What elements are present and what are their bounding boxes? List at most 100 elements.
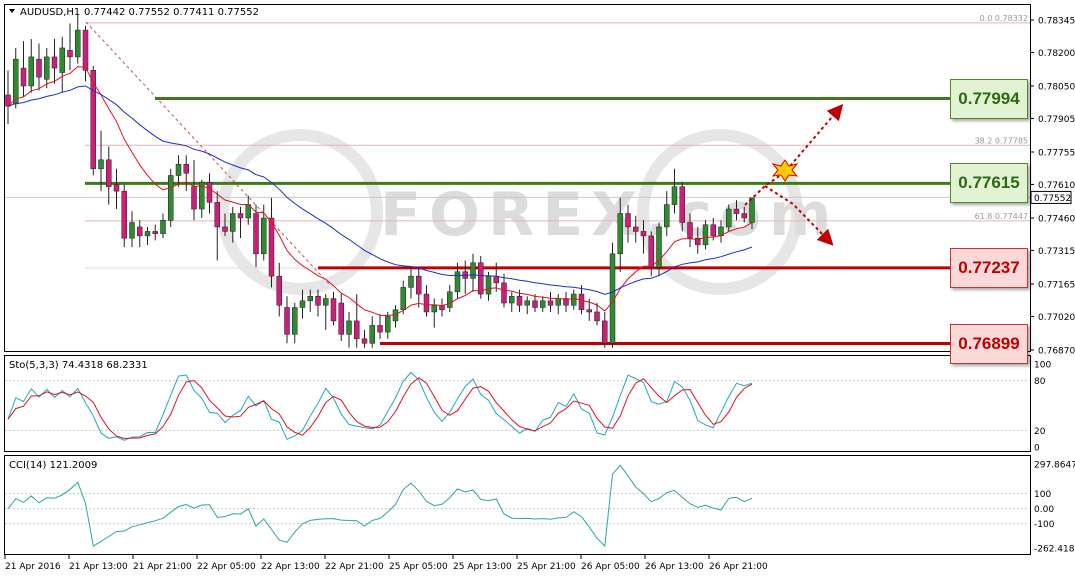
candle-body (726, 208, 732, 228)
candle-body (571, 293, 577, 306)
candle-body (237, 213, 244, 219)
candle-body (547, 300, 554, 306)
candle-body (261, 217, 267, 255)
candle-body (214, 202, 220, 228)
candle-body (330, 298, 337, 322)
candle-body (44, 56, 50, 80)
time-tick-label: 26 Apr 13:00 (645, 562, 704, 572)
candle-body (323, 298, 329, 306)
candle-body (253, 213, 259, 255)
candle-body (485, 275, 492, 295)
candle-body (447, 291, 453, 308)
candle-body (20, 67, 27, 87)
price-tick-label: 0.77460 (1038, 215, 1075, 225)
cci-tick-label: 0.00 (1034, 505, 1054, 515)
candle-body (160, 219, 166, 234)
candle-body (400, 287, 406, 310)
candle-body (540, 300, 546, 308)
candle-body (501, 282, 507, 304)
stoch-tick-label: 100 (1034, 361, 1051, 371)
level-tag-support-high: 0.77237 (950, 247, 1028, 288)
candle-body (532, 300, 538, 308)
price-tick-label: 0.78200 (1038, 49, 1075, 59)
candle-body (408, 275, 414, 288)
fib-level-label: 38.2 0.77785 (975, 136, 1028, 145)
time-tick-label: 25 Apr 05:00 (389, 562, 448, 572)
chart-canvas: FOREX.com 0.0 0.7833238.2 0.7778561.8 0.… (0, 0, 1075, 577)
level-tag-resistance-low: 0.77615 (950, 163, 1028, 204)
candle-body (152, 231, 158, 234)
price-tick-label: 0.77610 (1038, 181, 1075, 191)
candle-body (687, 222, 693, 239)
quote-values: 0.77442 0.77552 0.77411 0.77552 (84, 7, 259, 18)
stoch-tick-label: 80 (1034, 377, 1046, 387)
candle-body (129, 222, 135, 239)
candle-body (121, 190, 127, 239)
candle-body (578, 293, 585, 310)
candle-body (51, 56, 58, 69)
price-tick-label: 0.77755 (1038, 149, 1075, 159)
candle-body (602, 320, 608, 344)
candle-body (555, 298, 561, 306)
candle-body (292, 307, 298, 335)
time-tick-label: 25 Apr 21:00 (517, 562, 576, 572)
stoch-tick-label: 20 (1034, 427, 1046, 437)
candle-body (648, 235, 654, 268)
cci-tick-label: 297.8647 (1034, 461, 1075, 471)
symbol-label: AUDUSD,H1 (20, 7, 80, 18)
candle-body (509, 296, 515, 304)
candle-body (524, 300, 530, 306)
candle-body (679, 186, 685, 223)
candle-body (702, 224, 709, 246)
candle-body (315, 296, 321, 306)
candle-body (617, 213, 623, 255)
candle-body (369, 325, 375, 344)
chart-window: FOREX.com 0.0 0.78332 38.2 0.77785 61.8 0.… (0, 0, 1075, 577)
candle-body (377, 325, 383, 333)
time-tick-label: 21 Apr 13:00 (69, 562, 128, 572)
fib-level-label: 0.0 0.78332 (980, 14, 1028, 23)
level-tag-support-low: 0.76899 (950, 323, 1028, 364)
candle-body (594, 311, 600, 322)
candle-body (230, 213, 236, 232)
price-tick-label: 0.77905 (1038, 115, 1075, 125)
candle-body (361, 338, 368, 344)
candle-body (354, 320, 360, 340)
candle-body (741, 213, 747, 219)
candle-body (168, 175, 174, 221)
candle-body (586, 309, 592, 313)
candle-body (13, 58, 19, 105)
candle-body (431, 305, 437, 313)
candle-body (307, 296, 313, 302)
time-tick-label: 25 Apr 13:00 (453, 562, 512, 572)
candle-body (106, 159, 112, 187)
price-tick-label: 0.77315 (1038, 247, 1075, 257)
candle-body (478, 262, 484, 295)
time-tick-label: 26 Apr 05:00 (581, 562, 640, 572)
candle-body (67, 49, 73, 58)
candle-body (299, 300, 306, 308)
candle-body (175, 164, 182, 176)
candle-body (625, 213, 631, 228)
cci-panel-label: CCI(14) 121.2009 (9, 460, 97, 471)
candle-body (113, 184, 120, 192)
candle-body (416, 275, 422, 295)
candle-body (749, 197, 755, 223)
candle-body (733, 208, 740, 214)
time-tick-label: 26 Apr 21:00 (709, 562, 768, 572)
candle-body (268, 217, 275, 277)
candle-body (493, 275, 499, 284)
candle-body (137, 226, 143, 237)
cci-tick-label: 100 (1034, 490, 1051, 500)
price-tick-label: 0.77165 (1038, 281, 1075, 291)
candle-body (28, 56, 34, 87)
time-tick-label: 21 Apr 2016 (5, 562, 61, 572)
candle-body (633, 226, 639, 232)
candle-body (671, 186, 678, 205)
candle-body (640, 231, 647, 237)
candle-body (392, 309, 399, 322)
candle-body (82, 29, 89, 71)
price-tick-label: 0.78050 (1038, 83, 1075, 93)
candle-body (183, 164, 189, 174)
current-price-label: 0.77552 (1034, 194, 1071, 204)
